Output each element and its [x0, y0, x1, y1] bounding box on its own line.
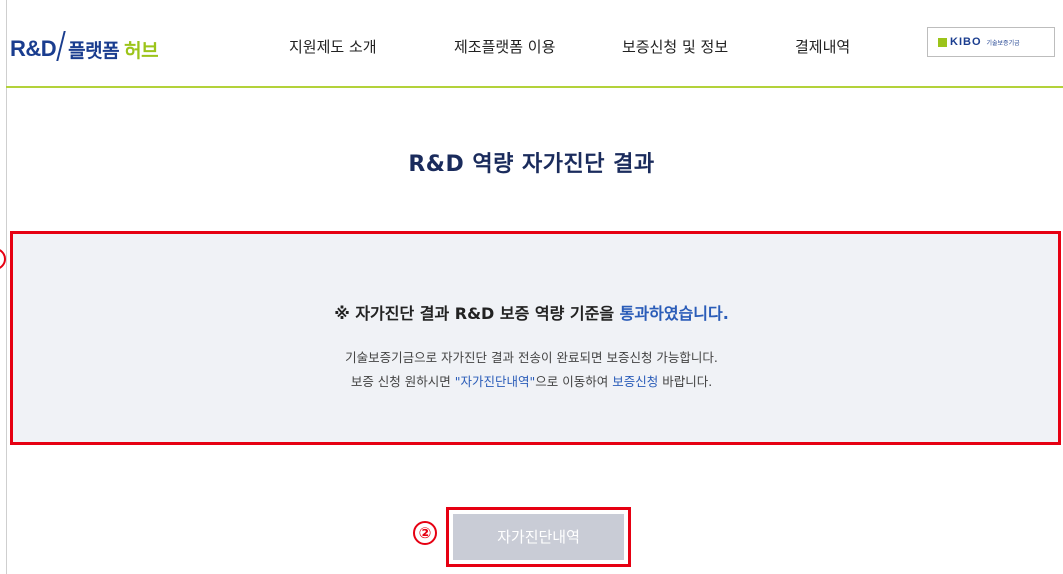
result-box — [10, 231, 1061, 445]
header-divider — [6, 86, 1063, 88]
logo-hub-text: 허브 — [124, 39, 159, 62]
kibo-logo-text: KIBO — [950, 36, 982, 48]
result-info-line-1: 기술보증기금으로 자가진단 결과 전송이 완료되면 보증신청 가능합니다. — [345, 350, 718, 365]
result-info-line-2: 보증 신청 원하시면 "자가진단내역"으로 이동하여 보증신청 바랍니다. — [0, 371, 1063, 390]
result-pass-text: 통과하였습니다. — [619, 304, 729, 323]
info-line-2-middle: 으로 이동하여 — [535, 374, 613, 389]
page: R&D 플랫폼 허브 지원제도 소개 제조플랫폼 이용 보증신청 및 정보 결제… — [0, 0, 1063, 574]
logo-rd-text: R&D — [10, 36, 57, 61]
info-line-2-guarantee-link: 보증신청 — [612, 374, 659, 389]
nav-item-guarantee-application[interactable]: 보증신청 및 정보 — [622, 36, 728, 57]
logo-slash-mark — [56, 31, 66, 61]
kibo-sub-text: 기술보증기금 — [986, 39, 1020, 47]
logo-platform-text: 플랫폼 — [68, 39, 120, 62]
result-message-text: ※ 자가진단 결과 R&D 보증 역량 기준을 — [334, 304, 620, 323]
self-diagnosis-history-label: 자가진단내역 — [453, 514, 624, 560]
info-line-2-suffix: 바랍니다. — [658, 374, 713, 389]
nav-item-manufacturing-platform[interactable]: 제조플랫폼 이용 — [454, 36, 555, 57]
site-header: R&D 플랫폼 허브 지원제도 소개 제조플랫폼 이용 보증신청 및 정보 결제… — [0, 0, 1063, 88]
kibo-mark-icon — [938, 37, 947, 47]
site-logo[interactable]: R&D 플랫폼 허브 — [10, 31, 159, 64]
nav-item-payment-history[interactable]: 결제내역 — [795, 36, 850, 57]
info-line-2-prefix: 보증 신청 원하시면 — [350, 374, 455, 389]
self-diagnosis-history-button[interactable]: 자가진단내역 — [446, 507, 631, 567]
kibo-logo-button[interactable]: KIBO 기술보증기금 — [927, 27, 1055, 57]
annotation-marker-2: ② — [413, 521, 437, 545]
info-line-2-history-link: "자가진단내역" — [454, 374, 536, 389]
nav-item-support-program[interactable]: 지원제도 소개 — [289, 36, 377, 57]
result-message: ※ 자가진단 결과 R&D 보증 역량 기준을 통과하였습니다. — [0, 300, 1063, 324]
page-title: R&D 역량 자가진단 결과 — [408, 152, 655, 177]
